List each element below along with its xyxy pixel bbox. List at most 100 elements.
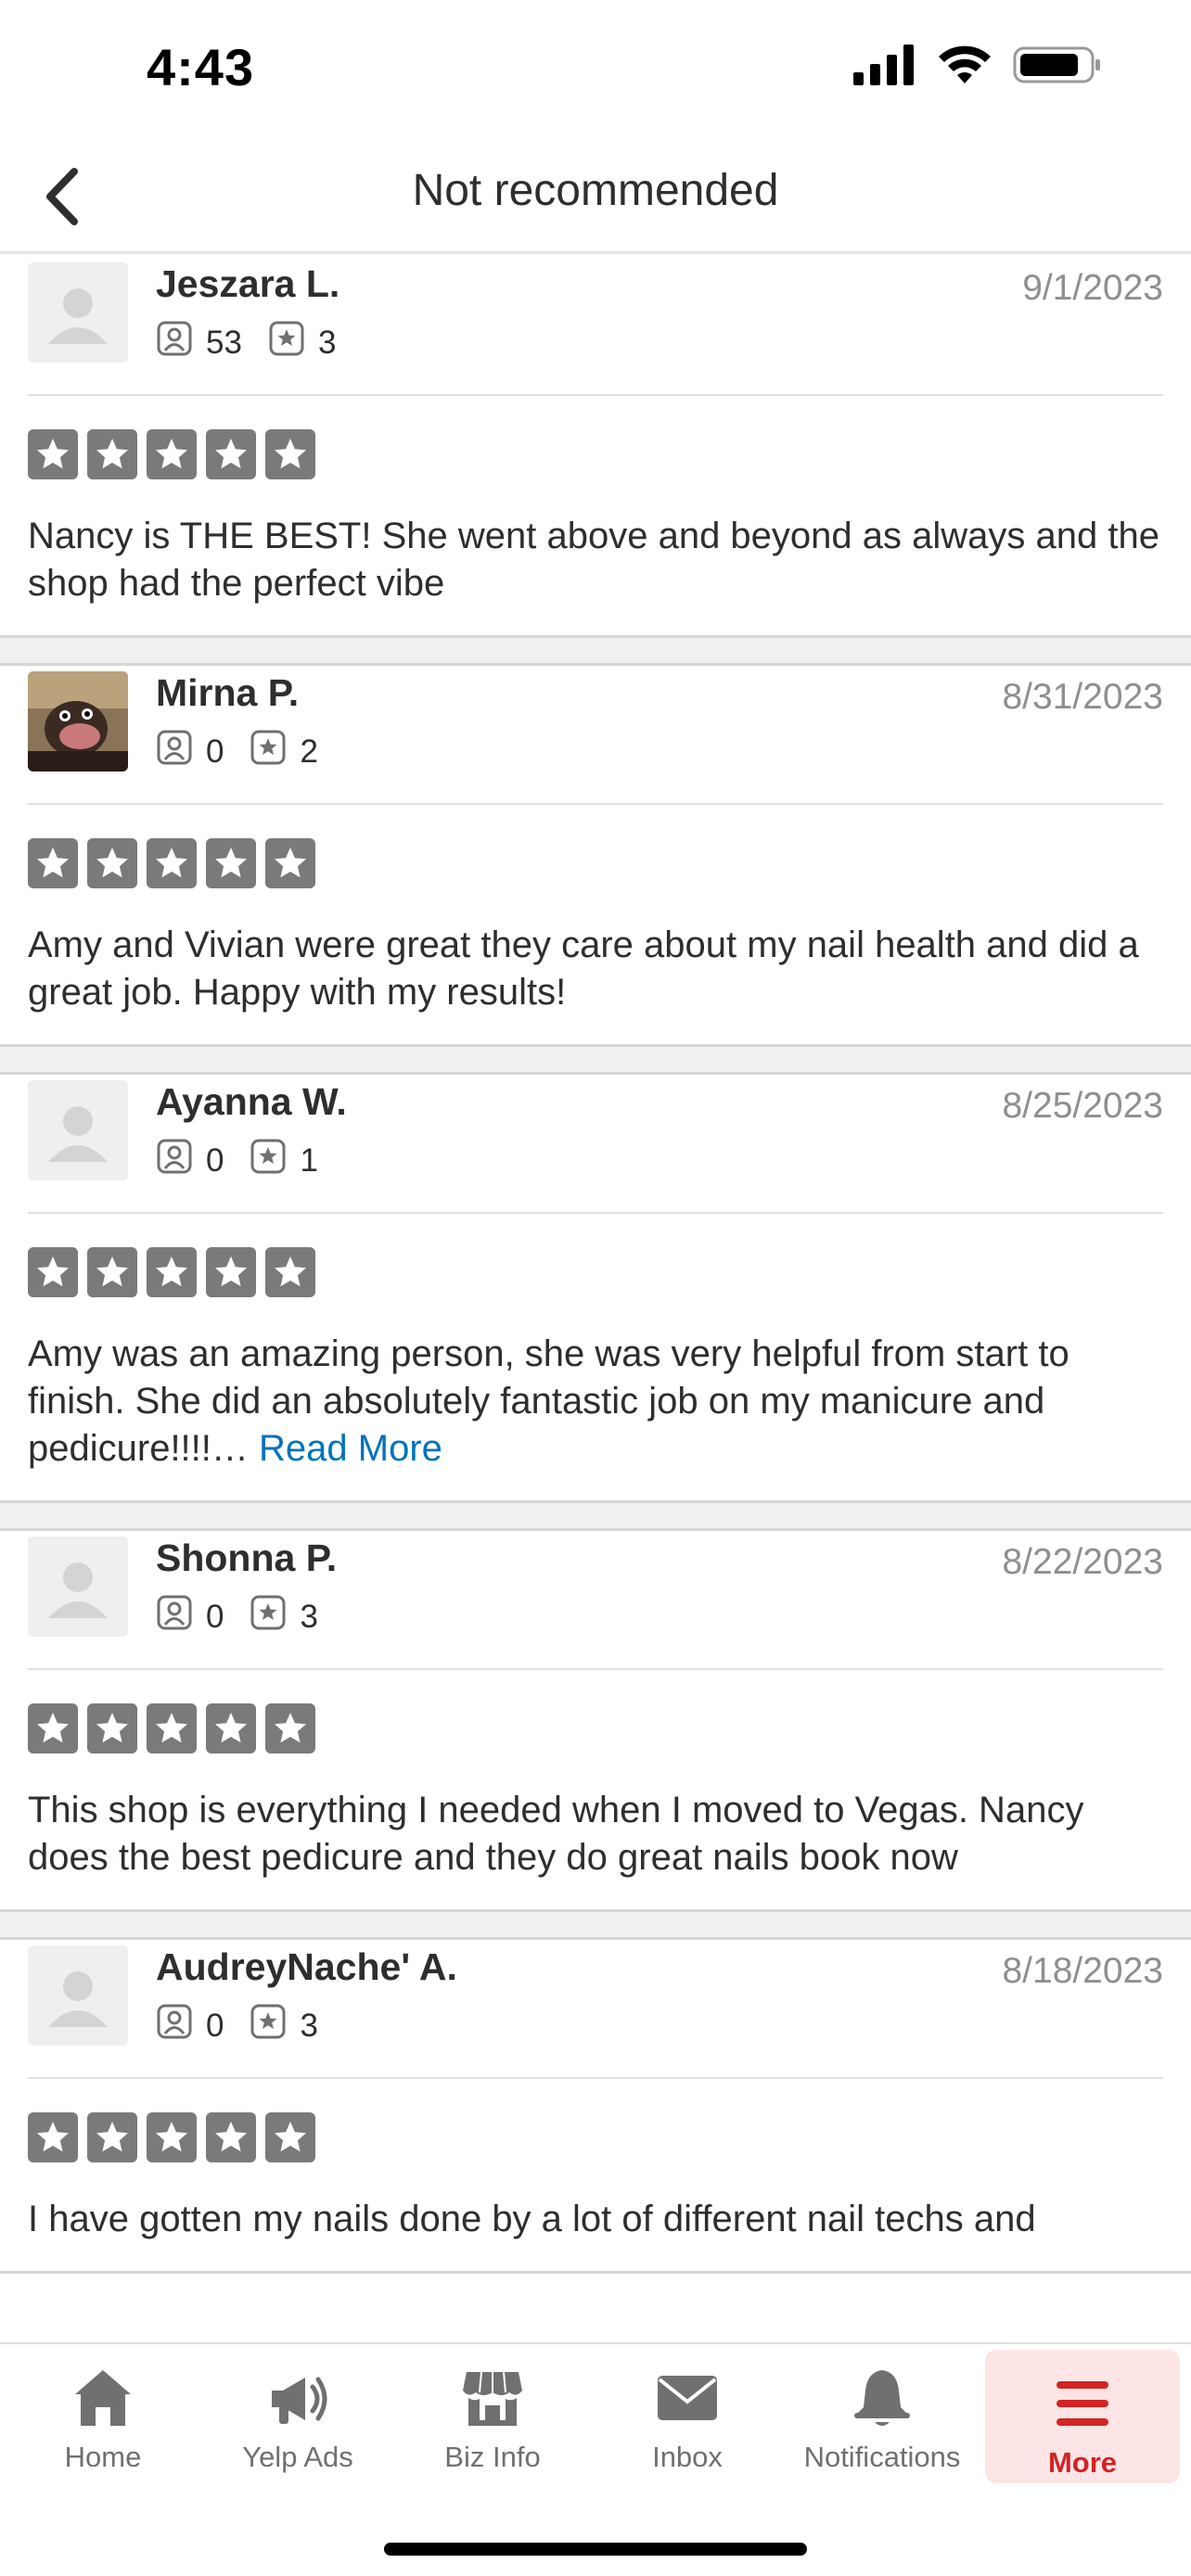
reviews-stat: 2 xyxy=(250,729,318,774)
review-text: I have gotten my nails done by a lot of … xyxy=(0,2162,1191,2271)
review-card[interactable]: Mirna P. 0 2 8/31/2023 Amy and Vivian we… xyxy=(0,666,1191,1047)
friends-stat: 0 xyxy=(156,2003,224,2048)
avatar[interactable] xyxy=(28,1945,128,2046)
tab-yelp-ads[interactable]: Yelp Ads xyxy=(200,2344,395,2483)
reviews-count: 3 xyxy=(300,1598,318,1635)
star-rating xyxy=(0,396,1191,479)
star-icon xyxy=(147,1703,197,1753)
star-rating xyxy=(0,2079,1191,2162)
friends-count: 0 xyxy=(206,733,224,770)
reviewer-name[interactable]: Shonna P. xyxy=(156,1537,337,1580)
star-rating xyxy=(0,1670,1191,1753)
review-body: Nancy is THE BEST! She went above and be… xyxy=(28,516,1159,604)
friends-icon xyxy=(156,729,206,774)
tab-label: Biz Info xyxy=(444,2441,541,2473)
star-icon xyxy=(147,2112,197,2162)
bell-icon xyxy=(849,2361,916,2435)
tab-home[interactable]: Home xyxy=(6,2344,200,2483)
star-icon xyxy=(147,838,197,888)
reviewer-stats: 53 3 xyxy=(156,320,362,365)
reviewer-name[interactable]: Ayanna W. xyxy=(156,1080,347,1124)
review-count-icon xyxy=(250,1594,300,1639)
tab-notifications[interactable]: Notifications xyxy=(785,2344,980,2483)
review-text: Amy was an amazing person, she was very … xyxy=(0,1297,1191,1500)
review-separator xyxy=(0,1047,1191,1075)
review-count-icon xyxy=(250,1138,300,1183)
read-more-link[interactable]: Read More xyxy=(259,1428,442,1469)
signal-icon xyxy=(853,45,914,85)
friends-stat: 0 xyxy=(156,1138,224,1183)
review-header: Mirna P. 0 2 8/31/2023 xyxy=(28,666,1163,805)
home-indicator xyxy=(384,2543,807,2556)
review-count-icon xyxy=(250,729,300,774)
review-date: 9/1/2023 xyxy=(1022,268,1163,308)
nav-bar: Not recommended xyxy=(0,139,1191,254)
status-icons xyxy=(853,45,1102,85)
star-rating xyxy=(0,805,1191,888)
tab-label: Notifications xyxy=(803,2441,961,2473)
tab-more[interactable]: More xyxy=(985,2350,1180,2483)
review-body: I have gotten my nails done by a lot of … xyxy=(28,2199,1036,2239)
tab-label: Home xyxy=(64,2441,142,2473)
avatar[interactable] xyxy=(28,671,128,772)
review-card[interactable]: Shonna P. 0 3 8/22/2023 This shop is eve… xyxy=(0,1531,1191,1912)
reviewer-name[interactable]: Jeszara L. xyxy=(156,262,339,306)
star-icon xyxy=(147,1247,197,1297)
tab-label: More xyxy=(1047,2446,1118,2479)
friends-count: 0 xyxy=(206,1141,224,1179)
tab-inbox[interactable]: Inbox xyxy=(590,2344,785,2483)
reviewer-name[interactable]: AudreyNache' A. xyxy=(156,1945,457,1989)
review-count-icon xyxy=(268,320,318,365)
star-icon xyxy=(87,2112,137,2162)
reviews-stat: 3 xyxy=(268,320,336,365)
star-rating xyxy=(0,1214,1191,1297)
megaphone-icon xyxy=(264,2361,331,2435)
review-header: Ayanna W. 0 1 8/25/2023 xyxy=(28,1075,1163,1214)
review-separator xyxy=(0,1912,1191,1940)
review-list[interactable]: Jeszara L. 53 3 9/1/2023 Nancy is THE BE… xyxy=(0,257,1191,2343)
battery-icon xyxy=(1013,46,1100,83)
star-icon xyxy=(206,429,256,479)
review-card[interactable]: Jeszara L. 53 3 9/1/2023 Nancy is THE BE… xyxy=(0,257,1191,638)
reviewer-stats: 0 2 xyxy=(156,729,344,774)
review-text: Amy and Vivian were great they care abou… xyxy=(0,888,1191,1044)
star-icon xyxy=(28,838,78,888)
reviews-count: 2 xyxy=(300,733,318,770)
wifi-icon xyxy=(939,45,991,83)
review-date: 8/25/2023 xyxy=(1002,1086,1163,1126)
star-icon xyxy=(206,1247,256,1297)
star-icon xyxy=(87,429,137,479)
review-header: Jeszara L. 53 3 9/1/2023 xyxy=(28,257,1163,396)
avatar[interactable] xyxy=(28,1080,128,1180)
reviewer-stats: 0 1 xyxy=(156,1138,344,1183)
star-icon xyxy=(265,2112,315,2162)
reviews-stat: 3 xyxy=(250,1594,318,1639)
reviewer-name[interactable]: Mirna P. xyxy=(156,671,299,715)
reviews-count: 3 xyxy=(300,2007,318,2044)
star-icon xyxy=(147,429,197,479)
star-icon xyxy=(28,1703,78,1753)
friends-count: 0 xyxy=(206,2007,224,2044)
reviewer-stats: 0 3 xyxy=(156,2003,344,2048)
review-card[interactable]: AudreyNache' A. 0 3 8/18/2023 I have got… xyxy=(0,1940,1191,2274)
tab-biz-info[interactable]: Biz Info xyxy=(395,2344,590,2483)
review-card[interactable]: Ayanna W. 0 1 8/25/2023 Amy was an amazi… xyxy=(0,1075,1191,1503)
review-date: 8/22/2023 xyxy=(1002,1542,1163,1582)
star-icon xyxy=(28,429,78,479)
review-text: This shop is everything I needed when I … xyxy=(0,1753,1191,1909)
review-count-icon xyxy=(250,2003,300,2048)
page-title: Not recommended xyxy=(412,166,779,215)
review-separator xyxy=(0,638,1191,666)
tab-bar: Home Yelp Ads Biz Info Inbox Notificatio… xyxy=(0,2342,1191,2576)
avatar[interactable] xyxy=(28,262,128,363)
review-body: This shop is everything I needed when I … xyxy=(28,1790,1084,1878)
storefront-icon xyxy=(459,2361,526,2435)
star-icon xyxy=(28,1247,78,1297)
review-separator xyxy=(0,1503,1191,1531)
star-icon xyxy=(206,2112,256,2162)
status-bar: 4:43 xyxy=(0,0,1191,139)
friends-count: 0 xyxy=(206,1598,224,1635)
friends-icon xyxy=(156,320,206,365)
star-icon xyxy=(206,1703,256,1753)
avatar[interactable] xyxy=(28,1537,128,1637)
